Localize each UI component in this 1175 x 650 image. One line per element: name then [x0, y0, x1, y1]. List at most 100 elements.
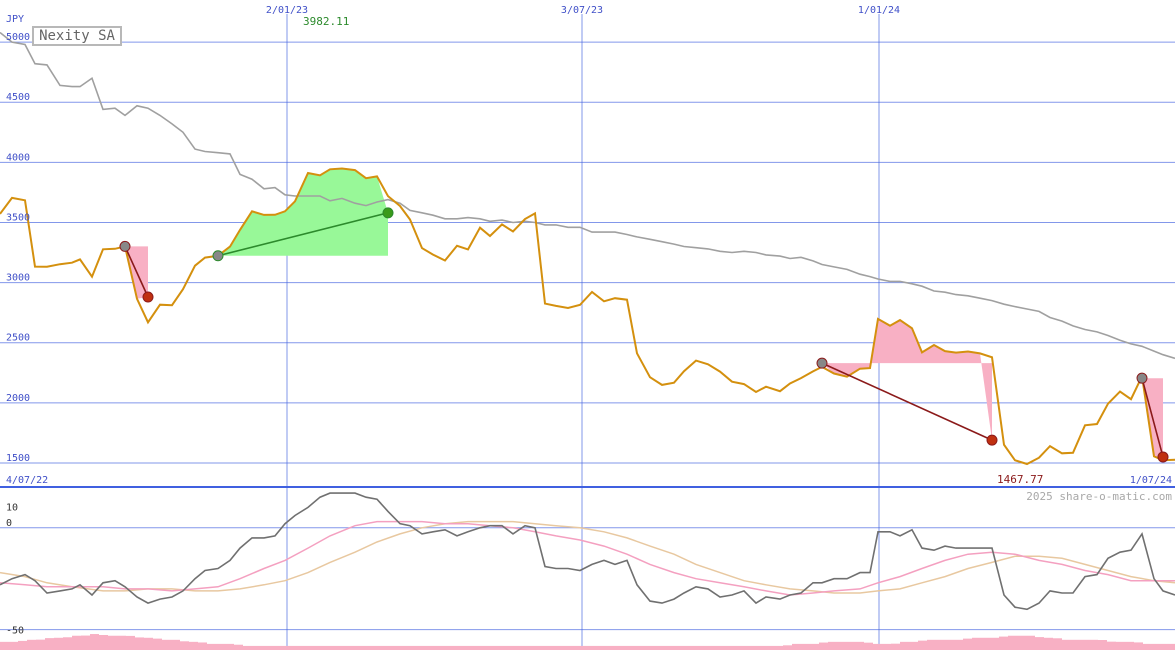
- volume-bar: [747, 645, 756, 650]
- volume-bar: [90, 634, 99, 650]
- lower-tick-labels: 10 0 -50: [6, 502, 24, 636]
- volume-bar: [351, 645, 360, 650]
- volume-bar: [882, 643, 891, 650]
- trade-line: [821, 362, 993, 441]
- trade-exit-marker: [1157, 451, 1169, 463]
- volume-bar: [216, 643, 225, 650]
- y-tick-label: 2000: [6, 393, 30, 404]
- volume-bar: [1143, 643, 1152, 650]
- volume-bar: [81, 635, 90, 650]
- volume-bar: [486, 645, 495, 650]
- volume-bar: [540, 645, 549, 650]
- volume-bars: [0, 634, 1175, 650]
- copyright-text: 2025 share-o-matic.com: [1026, 490, 1172, 503]
- volume-bar: [639, 645, 648, 650]
- volume-bar: [135, 637, 144, 650]
- volume-bar: [126, 635, 135, 650]
- volume-bar: [702, 645, 711, 650]
- volume-bar: [594, 645, 603, 650]
- volume-bar: [738, 645, 747, 650]
- volume-bar: [1125, 641, 1134, 650]
- volume-bar: [648, 645, 657, 650]
- lower-grid: [0, 527, 1175, 631]
- volume-bar: [1008, 635, 1017, 650]
- volume-bar: [1017, 635, 1026, 650]
- volume-bar: [1053, 638, 1062, 650]
- volume-bar: [774, 645, 783, 650]
- volume-bar: [810, 643, 819, 650]
- volume-bar: [18, 640, 27, 650]
- chart-title: Nexity SA: [32, 26, 122, 46]
- volume-bar: [963, 638, 972, 650]
- volume-bar: [918, 640, 927, 650]
- trade-exit-marker: [142, 291, 154, 303]
- y-axis-unit: JPY: [6, 14, 24, 25]
- volume-bar: [819, 642, 828, 650]
- volume-bar: [1134, 642, 1143, 650]
- upper-tick-labels: 500045004000350030002500200015002/01/23 3…: [6, 5, 900, 464]
- volume-bar: [144, 637, 153, 650]
- x-tick-label: 2/01/23: [266, 5, 308, 16]
- volume-bar: [675, 645, 684, 650]
- volume-bar: [414, 645, 423, 650]
- volume-bar: [531, 645, 540, 650]
- volume-bar: [396, 645, 405, 650]
- volume-bar: [864, 642, 873, 650]
- volume-bar: [279, 645, 288, 650]
- volume-bar: [288, 645, 297, 650]
- fast-line: [0, 520, 1175, 596]
- volume-bar: [189, 641, 198, 650]
- volume-bar: [693, 645, 702, 650]
- volume-bar: [72, 635, 81, 650]
- trade-entry-marker: [119, 240, 131, 252]
- volume-bar: [234, 644, 243, 650]
- volume-bar: [54, 637, 63, 650]
- volume-bar: [873, 643, 882, 650]
- volume-bar: [36, 639, 45, 650]
- volume-bar: [252, 645, 261, 650]
- volume-bar: [423, 645, 432, 650]
- y-tick-label: 4000: [6, 152, 30, 163]
- volume-bar: [504, 645, 513, 650]
- y-tick-label: 4500: [6, 92, 30, 103]
- volume-bar: [630, 645, 639, 650]
- volume-bar: [432, 645, 441, 650]
- volume-bar: [549, 645, 558, 650]
- trade-entry-marker: [816, 357, 828, 369]
- high-value-annotation: 3982.11: [303, 15, 349, 28]
- volume-bar: [936, 639, 945, 650]
- volume-bar: [171, 639, 180, 650]
- y-tick-label: 5000: [6, 32, 30, 43]
- volume-bar: [198, 642, 207, 650]
- lower-series: [0, 492, 1175, 611]
- volume-bar: [225, 643, 234, 650]
- volume-bar: [243, 645, 252, 650]
- y-tick-label: 0: [6, 518, 12, 529]
- volume-bar: [99, 634, 108, 650]
- volume-bar: [972, 637, 981, 650]
- volume-bar: [207, 643, 216, 650]
- volume-bar: [108, 635, 117, 650]
- volume-bar: [468, 645, 477, 650]
- volume-bar: [765, 645, 774, 650]
- volume-bar: [999, 636, 1008, 650]
- volume-bar: [297, 645, 306, 650]
- x-end-label: 1/07/24: [1130, 475, 1172, 486]
- volume-bar: [342, 645, 351, 650]
- volume-bar: [684, 645, 693, 650]
- volume-bar: [927, 639, 936, 650]
- y-tick-label: 10: [6, 502, 18, 513]
- volume-bar: [1044, 637, 1053, 650]
- volume-bar: [63, 637, 72, 650]
- volume-bar: [909, 641, 918, 650]
- average-line: [0, 31, 1175, 360]
- volume-bar: [117, 635, 126, 650]
- volume-bar: [603, 645, 612, 650]
- volume-bar: [1071, 639, 1080, 650]
- volume-bar: [1035, 637, 1044, 650]
- y-tick-label: 1500: [6, 453, 30, 464]
- volume-bar: [621, 645, 630, 650]
- trade-exit-marker: [382, 207, 394, 219]
- price-line: [0, 167, 1175, 466]
- volume-bar: [270, 645, 279, 650]
